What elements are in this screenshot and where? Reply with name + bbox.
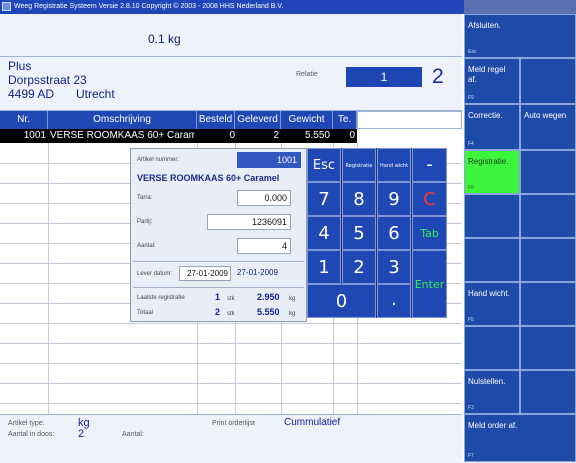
col-header-gewicht[interactable]: Gewicht xyxy=(281,111,333,129)
totaal-unit: stk xyxy=(227,311,235,317)
function-key-empty[interactable] xyxy=(464,238,520,282)
aantal-label: Aantal: xyxy=(122,431,144,438)
key-1[interactable]: 1 xyxy=(307,250,341,284)
lever-datum-field[interactable]: 27-01-2009 xyxy=(179,266,231,281)
function-key-sidebar: Afsluiten. Esc Meld regel af. F9 Correcti… xyxy=(464,0,576,462)
registratie-key[interactable]: Registratie xyxy=(342,148,376,182)
laatste-weight: 2.950 xyxy=(257,292,280,302)
totaal-weight: 5.550 xyxy=(257,307,280,317)
meld-order-af-button[interactable]: Meld order af. F7 xyxy=(464,414,576,462)
hand-wicht-button[interactable]: Hand wicht. F5 xyxy=(464,282,520,326)
dot-key[interactable]: . xyxy=(377,284,411,318)
key-0[interactable]: 0 xyxy=(307,284,376,318)
product-name: VERSE ROOMKAAS 60+ Caramel xyxy=(137,173,280,183)
app-icon xyxy=(2,2,11,11)
artikel-type-label: Artikel type: xyxy=(8,420,45,427)
customer-city: Utrecht xyxy=(76,87,115,101)
tarra-field[interactable]: 0.000 xyxy=(237,190,291,206)
totaal-label: Totaal xyxy=(137,310,154,316)
relatie-field[interactable]: 1 xyxy=(346,67,422,87)
partij-label: Partij: xyxy=(137,219,153,225)
cell-geleverd: 2 xyxy=(273,130,279,141)
nulstellen-button[interactable]: Nulstellen. F3 xyxy=(464,370,520,414)
function-key-empty[interactable] xyxy=(520,282,576,326)
function-key-empty[interactable] xyxy=(520,238,576,282)
article-info-bar: Artikel type: kg Aantal in doos: 2 Aanta… xyxy=(0,414,462,463)
function-key-empty[interactable] xyxy=(464,194,520,238)
key-3[interactable]: 3 xyxy=(377,250,411,284)
weight-panel: 0.1 kg xyxy=(0,14,462,57)
customer-postcode: 4499 AD xyxy=(8,87,55,101)
key-5[interactable]: 5 xyxy=(342,216,376,250)
divider xyxy=(133,287,304,288)
table-row[interactable]: 1001 VERSE ROOMKAAS 60+ Caram 0 2 5.550 … xyxy=(0,129,357,143)
key-8[interactable]: 8 xyxy=(342,182,376,216)
totaal-count: 2 xyxy=(215,307,221,317)
laatste-kg: kg xyxy=(289,296,296,302)
function-key-empty[interactable] xyxy=(464,326,520,370)
col-header-omschrijving[interactable]: Omschrijving xyxy=(48,111,197,129)
totaal-kg: kg xyxy=(289,311,296,317)
divider xyxy=(133,261,304,262)
registration-dialog: Artikel nummer: 1001 VERSE ROOMKAAS 60+ … xyxy=(130,148,307,322)
tab-key[interactable]: Tab xyxy=(412,216,447,250)
customer-name: Plus xyxy=(8,59,32,73)
partij-field[interactable]: 1236091 xyxy=(207,214,291,230)
esc-key[interactable]: Esc xyxy=(307,148,341,182)
relatie-count: 2 xyxy=(432,65,444,88)
afsluiten-button[interactable]: Afsluiten. Esc xyxy=(464,14,576,58)
function-key-empty[interactable] xyxy=(520,150,576,194)
laatste-registratie-label: Laatste registratie xyxy=(137,295,185,301)
numeric-keypad: Esc Registratie Hand wicht - 7 8 9 C 4 5… xyxy=(307,148,447,318)
col-header-geleverd[interactable]: Geleverd xyxy=(235,111,281,129)
cell-nr: 1001 xyxy=(23,130,46,141)
aantal-label: Aantal: xyxy=(137,243,156,249)
lever-datum-label: Lever datum: xyxy=(137,271,173,277)
enter-key[interactable]: Enter xyxy=(412,250,447,318)
clear-key[interactable]: C xyxy=(412,182,447,216)
window-title: Weeg Registratie Systeem Versie 2.8.10 C… xyxy=(14,3,284,10)
key-2[interactable]: 2 xyxy=(342,250,376,284)
cell-besteld: 0 xyxy=(229,130,235,141)
cell-gewicht: 5.550 xyxy=(304,130,330,141)
function-key-empty[interactable] xyxy=(520,194,576,238)
print-orderlijst-label: Print orderlijst xyxy=(212,420,255,427)
lever-datum-display: 27-01-2009 xyxy=(237,268,278,277)
cell-te: 0 xyxy=(349,130,355,141)
function-key-empty[interactable] xyxy=(520,326,576,370)
customer-panel: Plus Dorpsstraat 23 4499 AD Utrecht Rela… xyxy=(0,57,462,111)
order-grid-header: Nr. Omschrijving Besteld Geleverd Gewich… xyxy=(0,111,462,129)
col-header-nr[interactable]: Nr. xyxy=(0,111,48,129)
tarra-label: Tarra: xyxy=(137,195,153,201)
minus-key[interactable]: - xyxy=(412,148,447,182)
laatste-count: 1 xyxy=(215,292,221,302)
key-7[interactable]: 7 xyxy=(307,182,341,216)
artikel-nummer-field[interactable]: 1001 xyxy=(237,152,301,168)
relatie-label: Relatie xyxy=(296,71,318,78)
scale-weight-display: 0.1 kg xyxy=(148,32,181,46)
meld-regel-af-button[interactable]: Meld regel af. F9 xyxy=(464,58,520,104)
registratie-button[interactable]: Registratie. F8 xyxy=(464,150,520,194)
key-4[interactable]: 4 xyxy=(307,216,341,250)
aantal-doos-label: Aantal in doos: xyxy=(8,431,55,438)
grid-header-blank xyxy=(357,111,462,129)
col-header-besteld[interactable]: Besteld xyxy=(197,111,235,129)
laatste-unit: stk xyxy=(227,296,235,302)
customer-street: Dorpsstraat 23 xyxy=(8,73,87,87)
function-key-empty[interactable] xyxy=(520,370,576,414)
correctie-button[interactable]: Correctie. F4 xyxy=(464,104,520,150)
key-9[interactable]: 9 xyxy=(377,182,411,216)
cell-omschrijving: VERSE ROOMKAAS 60+ Caram xyxy=(50,130,195,141)
artikel-nummer-label: Artikel nummer: xyxy=(137,157,180,163)
function-key-empty[interactable] xyxy=(520,58,576,104)
aantal-doos-value: 2 xyxy=(78,428,85,440)
aantal-field[interactable]: 4 xyxy=(237,238,291,254)
auto-wegen-button[interactable]: Auto wegen xyxy=(520,104,576,150)
col-header-te[interactable]: Te. xyxy=(333,111,357,129)
hand-wicht-key[interactable]: Hand wicht xyxy=(377,148,411,182)
key-6[interactable]: 6 xyxy=(377,216,411,250)
print-orderlijst-value[interactable]: Cummulatief xyxy=(284,417,340,428)
